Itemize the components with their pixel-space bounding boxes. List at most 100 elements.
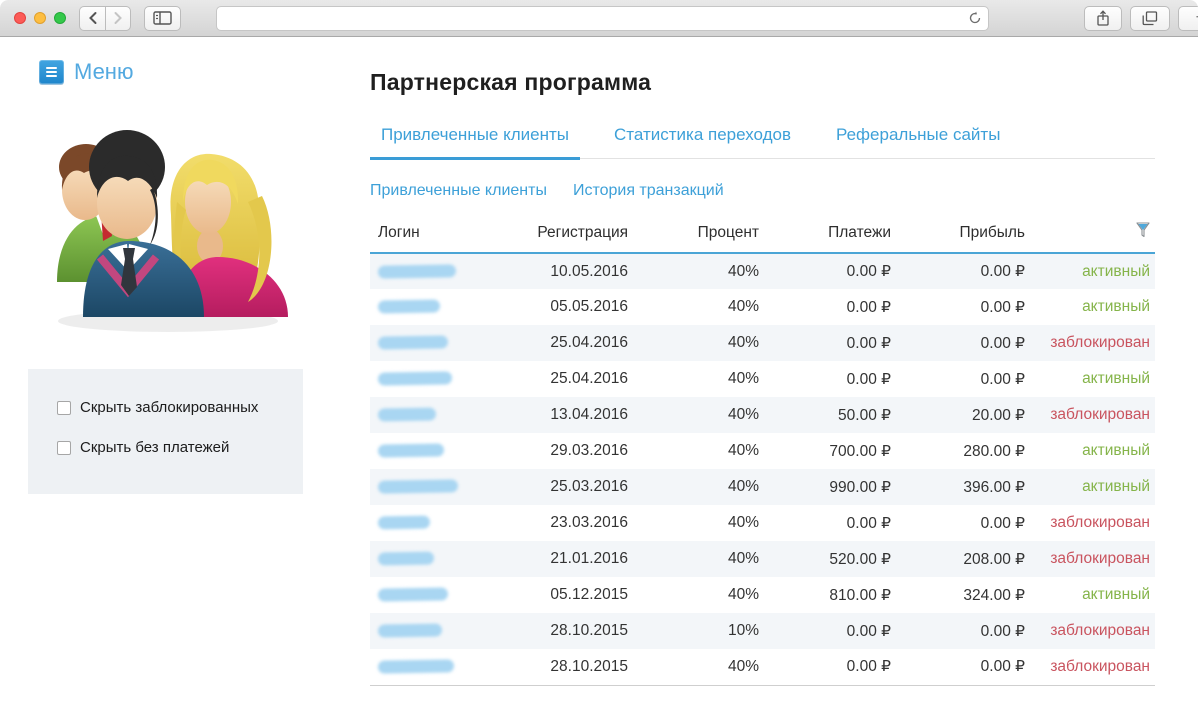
subtab-attracted-clients[interactable]: Привлеченные клиенты xyxy=(370,182,547,200)
profit-cell: 0.00 ₽ xyxy=(980,514,1025,532)
address-bar[interactable] xyxy=(216,5,989,31)
table-row: 29.03.2016 40% 700.00 ₽ 280.00 ₽ активны… xyxy=(370,433,1155,469)
payments-cell: 0.00 ₽ xyxy=(846,622,891,640)
table-row: 05.12.2015 40% 810.00 ₽ 324.00 ₽ активны… xyxy=(370,577,1155,613)
redacted-login xyxy=(377,371,453,387)
hide-blocked-label[interactable]: Скрыть заблокированных xyxy=(80,399,258,416)
profit-cell: 324.00 ₽ xyxy=(963,586,1025,604)
subtab-transaction-history[interactable]: История транзакций xyxy=(573,182,724,200)
login-cell xyxy=(370,361,505,397)
column-header-registration: Регистрация xyxy=(505,216,633,254)
status-badge: активный xyxy=(1082,262,1150,280)
percent-cell: 40% xyxy=(727,478,759,495)
percent-cell: 40% xyxy=(727,586,759,603)
close-window-button[interactable] xyxy=(14,12,26,24)
profit-cell: 396.00 ₽ xyxy=(963,478,1025,496)
redacted-login xyxy=(377,335,449,351)
registration-cell: 05.05.2016 xyxy=(550,298,628,315)
percent-cell: 40% xyxy=(727,442,759,459)
payments-cell: 50.00 ₽ xyxy=(838,406,891,424)
menu-button[interactable]: Меню xyxy=(39,59,340,85)
share-button[interactable] xyxy=(1084,5,1122,31)
payments-cell: 0.00 ₽ xyxy=(846,370,891,388)
redacted-login xyxy=(377,264,457,279)
table-row: 13.04.2016 40% 50.00 ₽ 20.00 ₽ заблокиро… xyxy=(370,397,1155,433)
new-tab-button[interactable]: + xyxy=(1178,5,1198,31)
column-header-payments: Платежи xyxy=(764,216,896,254)
chevron-left-icon xyxy=(88,12,96,24)
browser-window: + Меню xyxy=(0,0,1198,717)
tab-referral-sites[interactable]: Реферальные сайты xyxy=(825,125,1011,158)
tabs-overview-button[interactable] xyxy=(1130,5,1170,31)
column-header-login: Логин xyxy=(370,216,505,254)
hide-nopayments-checkbox[interactable] xyxy=(57,440,71,455)
zoom-window-button[interactable] xyxy=(54,12,66,24)
registration-cell: 23.03.2016 xyxy=(550,514,628,531)
payments-cell: 0.00 ₽ xyxy=(846,658,891,676)
profit-cell: 0.00 ₽ xyxy=(980,658,1025,676)
redacted-login xyxy=(377,551,435,566)
forward-button[interactable] xyxy=(105,5,131,31)
window-controls xyxy=(14,12,66,24)
percent-cell: 40% xyxy=(727,514,759,531)
tab-transition-stats[interactable]: Статистика переходов xyxy=(603,125,802,158)
status-badge: активный xyxy=(1082,298,1150,315)
percent-cell: 40% xyxy=(727,406,759,423)
payments-cell: 0.00 ₽ xyxy=(846,298,891,316)
chevron-right-icon xyxy=(114,12,122,24)
hide-nopayments-filter[interactable]: Скрыть без платежей xyxy=(57,439,293,456)
sidebar-toggle-button[interactable] xyxy=(144,5,181,31)
hide-blocked-checkbox[interactable] xyxy=(57,400,71,415)
reload-icon xyxy=(969,11,981,24)
status-badge: активный xyxy=(1082,478,1150,495)
payments-cell: 0.00 ₽ xyxy=(846,263,891,280)
registration-cell: 28.10.2015 xyxy=(550,622,628,639)
url-input[interactable] xyxy=(217,6,962,30)
registration-cell: 05.12.2015 xyxy=(550,586,628,603)
filter-button[interactable] xyxy=(1136,222,1150,243)
column-header-percent: Процент xyxy=(633,216,764,254)
percent-cell: 40% xyxy=(727,262,759,280)
redacted-login xyxy=(377,479,459,495)
profit-cell: 280.00 ₽ xyxy=(963,442,1025,460)
table-row: 25.03.2016 40% 990.00 ₽ 396.00 ₽ активны… xyxy=(370,469,1155,505)
users-illustration xyxy=(50,110,340,345)
sidebar: Меню Скрыть заблокированных Скрыть без п… xyxy=(0,37,340,717)
hamburger-icon xyxy=(39,60,64,84)
login-cell xyxy=(370,397,505,433)
percent-cell: 10% xyxy=(727,622,759,639)
table-row: 05.05.2016 40% 0.00 ₽ 0.00 ₽ активный xyxy=(370,289,1155,325)
redacted-login xyxy=(377,443,445,458)
registration-cell: 21.01.2016 xyxy=(550,550,628,567)
login-cell xyxy=(370,325,505,361)
subtab-bar: Привлеченные клиенты История транзакций xyxy=(370,182,1155,200)
back-button[interactable] xyxy=(79,5,105,31)
column-header-profit: Прибыль xyxy=(896,216,1030,254)
hide-blocked-filter[interactable]: Скрыть заблокированных xyxy=(57,399,293,416)
status-badge: активный xyxy=(1082,442,1150,459)
login-cell xyxy=(370,253,505,289)
login-cell xyxy=(370,577,505,613)
registration-cell: 13.04.2016 xyxy=(550,406,628,423)
table-row: 25.04.2016 40% 0.00 ₽ 0.00 ₽ активный xyxy=(370,361,1155,397)
table-row: 28.10.2015 10% 0.00 ₽ 0.00 ₽ заблокирова… xyxy=(370,613,1155,649)
status-badge: активный xyxy=(1082,370,1150,387)
sidebar-icon xyxy=(153,11,172,25)
tab-attracted-clients[interactable]: Привлеченные клиенты xyxy=(370,125,580,160)
browser-toolbar: + xyxy=(0,0,1198,37)
clients-table: Логин Регистрация Процент Платежи Прибыл… xyxy=(370,216,1155,686)
reload-button[interactable] xyxy=(962,11,988,25)
table-body: 10.05.2016 40% 0.00 ₽ 0.00 ₽ активный 05… xyxy=(370,253,1155,685)
minimize-window-button[interactable] xyxy=(34,12,46,24)
hide-nopayments-label[interactable]: Скрыть без платежей xyxy=(80,439,229,456)
registration-cell: 28.10.2015 xyxy=(550,657,628,675)
status-badge: заблокирован xyxy=(1050,622,1150,639)
percent-cell: 40% xyxy=(727,298,759,315)
percent-cell: 40% xyxy=(727,370,759,387)
status-badge: заблокирован xyxy=(1050,514,1150,531)
profit-cell: 0.00 ₽ xyxy=(980,298,1025,316)
payments-cell: 0.00 ₽ xyxy=(846,514,891,532)
menu-button-label: Меню xyxy=(74,59,134,84)
profit-cell: 0.00 ₽ xyxy=(980,370,1025,388)
payments-cell: 0.00 ₽ xyxy=(846,334,891,352)
